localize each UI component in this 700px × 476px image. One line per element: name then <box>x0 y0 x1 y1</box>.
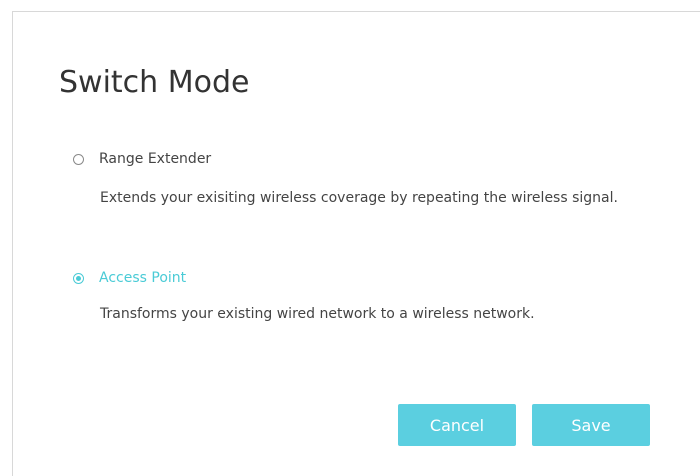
access-point-radio[interactable] <box>73 272 84 284</box>
cancel-button[interactable]: Cancel <box>398 404 516 446</box>
range-extender-description: Extends your exisiting wireless coverage… <box>100 190 618 206</box>
save-button[interactable]: Save <box>532 404 650 446</box>
access-point-label: Access Point <box>99 270 187 286</box>
dialog-title: Switch Mode <box>59 65 250 100</box>
range-extender-radio[interactable] <box>73 153 84 165</box>
access-point-option[interactable]: Access Point <box>73 269 186 287</box>
range-extender-option[interactable]: Range Extender <box>73 150 211 168</box>
access-point-description: Transforms your existing wired network t… <box>100 306 535 322</box>
range-extender-label: Range Extender <box>99 151 212 167</box>
